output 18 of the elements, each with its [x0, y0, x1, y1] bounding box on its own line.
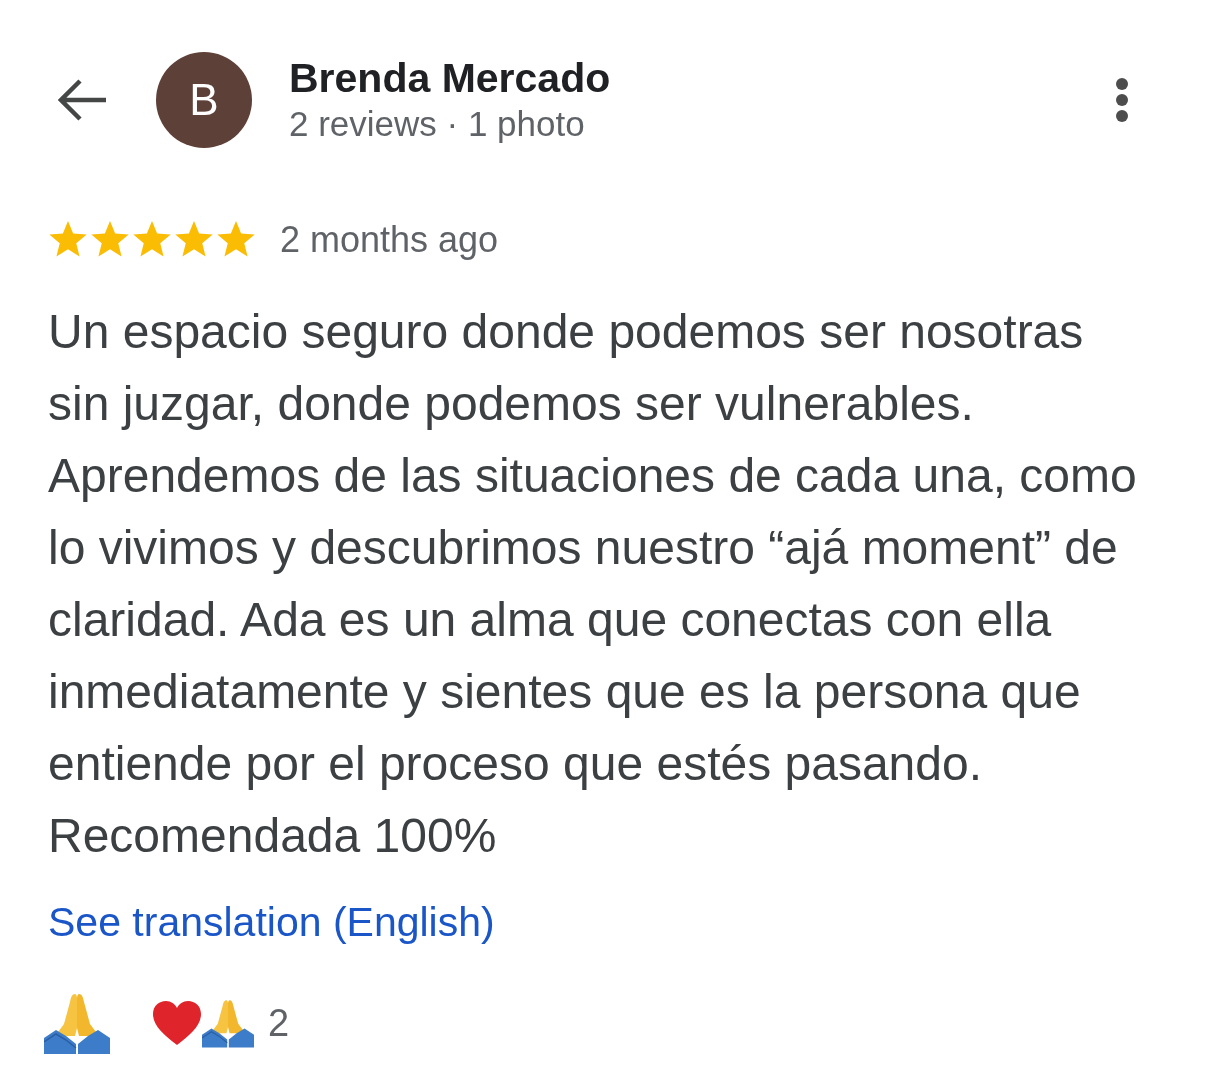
star-icon	[90, 221, 130, 259]
avatar-letter: B	[156, 52, 252, 148]
more-vertical-icon	[1115, 77, 1129, 123]
star-icon	[174, 221, 214, 259]
reviewer-name: Brenda Mercado	[289, 54, 612, 102]
star-icon	[48, 221, 88, 259]
translation-link[interactable]: See translation (English)	[48, 896, 495, 948]
back-arrow-icon	[58, 79, 108, 121]
react-button[interactable]	[44, 992, 110, 1054]
review-text: Un espacio seguro donde podemos ser nosotras sin juzgar, donde podemos ser vulnerables. Aprendemos de las situaciones de cada una, como lo vivimos y descubrimos nuestro “ajá moment” de claridad. Ada es un alma que conectas con ella inmediatamente y sientes que es la persona que entiende por el proceso que estés pasando. Recomendada 100%	[48, 304, 1138, 864]
review-time: 2 months ago	[280, 219, 499, 261]
praying-hands-icon	[202, 998, 254, 1048]
praying-hands-icon	[44, 992, 110, 1054]
star-icon	[132, 221, 172, 259]
reaction-count: 2	[268, 1001, 290, 1045]
star-icon	[216, 221, 256, 259]
heart-icon	[152, 1000, 202, 1046]
reviewer-stats: 2 reviews · 1 photo	[289, 103, 586, 145]
